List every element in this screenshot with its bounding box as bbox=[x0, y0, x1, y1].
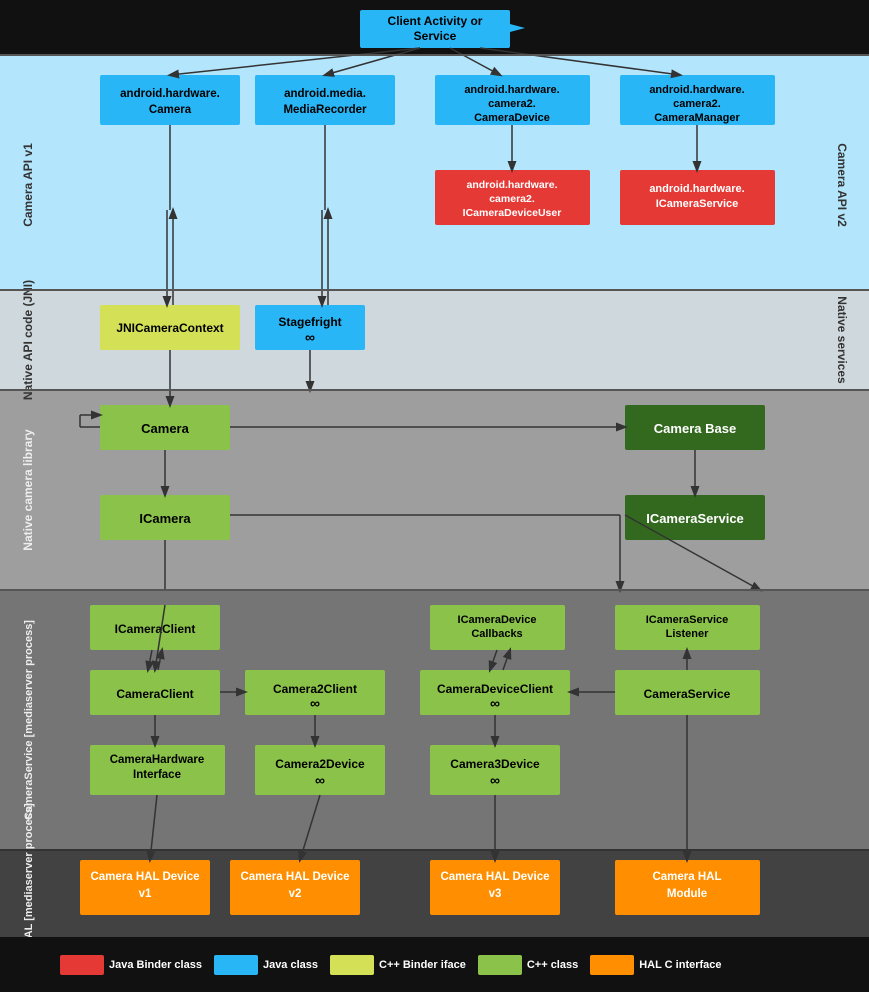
svg-text:Camera HAL Device: Camera HAL Device bbox=[440, 871, 549, 883]
svg-text:Module: Module bbox=[667, 888, 707, 900]
architecture-diagram: Camera API v1 Camera API v2 Native API c… bbox=[0, 0, 869, 937]
api-v1-label: Camera API v1 bbox=[21, 143, 35, 227]
svg-text:android.hardware.: android.hardware. bbox=[120, 88, 220, 100]
legend-java-binder-label: Java Binder class bbox=[109, 959, 202, 971]
svg-text:MediaRecorder: MediaRecorder bbox=[283, 104, 367, 116]
svg-text:Listener: Listener bbox=[666, 628, 710, 640]
legend-hal-c-label: HAL C interface bbox=[639, 959, 721, 971]
svg-text:Camera: Camera bbox=[141, 421, 189, 436]
box-android-media-mediarecorder bbox=[255, 75, 395, 125]
svg-text:Camera HAL Device: Camera HAL Device bbox=[240, 871, 349, 883]
svg-text:Camera: Camera bbox=[149, 104, 192, 116]
svg-text:∞: ∞ bbox=[310, 695, 320, 711]
svg-text:Interface: Interface bbox=[133, 769, 181, 781]
svg-text:android.hardware.: android.hardware. bbox=[464, 84, 559, 96]
svg-text:Camera Base: Camera Base bbox=[654, 421, 736, 436]
client-label-1: Client Activity or bbox=[388, 14, 483, 28]
svg-text:∞: ∞ bbox=[305, 329, 315, 345]
svg-text:ICameraService: ICameraService bbox=[646, 511, 744, 526]
legend-java-class: Java class bbox=[214, 955, 318, 975]
native-services-label: Native services bbox=[835, 296, 849, 384]
svg-text:Camera HAL Device: Camera HAL Device bbox=[90, 871, 199, 883]
legend-java-binder-swatch bbox=[60, 955, 104, 975]
svg-text:CameraService: CameraService bbox=[644, 687, 731, 701]
svg-text:ICameraDeviceUser: ICameraDeviceUser bbox=[463, 207, 562, 219]
svg-text:Camera HAL: Camera HAL bbox=[652, 871, 721, 883]
legend-cpp-binder-label: C++ Binder iface bbox=[379, 959, 466, 971]
svg-text:android.hardware.: android.hardware. bbox=[466, 179, 557, 191]
native-api-label: Native API code (JNI) bbox=[21, 280, 35, 400]
svg-text:∞: ∞ bbox=[490, 772, 500, 788]
svg-text:Callbacks: Callbacks bbox=[471, 628, 522, 640]
api-v2-label: Camera API v2 bbox=[835, 143, 849, 227]
legend-cpp-binder-swatch bbox=[330, 955, 374, 975]
svg-text:android.media.: android.media. bbox=[284, 88, 366, 100]
legend-java-binder: Java Binder class bbox=[60, 955, 202, 975]
svg-text:android.hardware.: android.hardware. bbox=[649, 84, 744, 96]
svg-text:CameraManager: CameraManager bbox=[654, 112, 740, 124]
svg-text:camera2.: camera2. bbox=[489, 193, 535, 205]
svg-text:camera2.: camera2. bbox=[488, 98, 536, 110]
svg-text:JNICameraContext: JNICameraContext bbox=[116, 321, 223, 335]
client-label-2: Service bbox=[414, 29, 457, 43]
legend-cpp-class-swatch bbox=[478, 955, 522, 975]
legend-cpp-binder: C++ Binder iface bbox=[330, 955, 466, 975]
svg-text:CameraHardware: CameraHardware bbox=[110, 754, 205, 766]
legend-hal-c-swatch bbox=[590, 955, 634, 975]
native-camera-label: Native camera library bbox=[21, 429, 35, 551]
svg-text:CameraClient: CameraClient bbox=[116, 687, 193, 701]
svg-text:Camera2Device: Camera2Device bbox=[275, 757, 365, 771]
svg-text:∞: ∞ bbox=[490, 695, 500, 711]
svg-text:CameraDeviceClient: CameraDeviceClient bbox=[437, 682, 553, 696]
svg-text:∞: ∞ bbox=[315, 772, 325, 788]
svg-text:ICameraClient: ICameraClient bbox=[115, 622, 196, 636]
svg-text:CameraDevice: CameraDevice bbox=[474, 112, 550, 124]
svg-text:v1: v1 bbox=[139, 888, 152, 900]
legend-cpp-class-label: C++ class bbox=[527, 959, 578, 971]
box-android-hardware-camera bbox=[100, 75, 240, 125]
diagram-container: Camera API v1 Camera API v2 Native API c… bbox=[0, 0, 869, 992]
legend-hal-c: HAL C interface bbox=[590, 955, 721, 975]
svg-text:ICameraService: ICameraService bbox=[646, 614, 729, 626]
svg-text:Stagefright: Stagefright bbox=[278, 315, 341, 329]
svg-text:ICameraDevice: ICameraDevice bbox=[458, 614, 537, 626]
svg-text:ICamera: ICamera bbox=[139, 511, 191, 526]
legend-java-class-swatch bbox=[214, 955, 258, 975]
legend-java-class-label: Java class bbox=[263, 959, 318, 971]
svg-text:camera2.: camera2. bbox=[673, 98, 721, 110]
camera-hal-label: CameraHAL [mediaserver process] bbox=[23, 803, 35, 937]
camera-service-label: CameraService [mediaserver process] bbox=[23, 620, 35, 820]
svg-text:android.hardware.: android.hardware. bbox=[649, 183, 744, 195]
svg-text:ICameraService: ICameraService bbox=[656, 198, 739, 210]
svg-text:Camera3Device: Camera3Device bbox=[450, 757, 540, 771]
legend-cpp-class: C++ class bbox=[478, 955, 578, 975]
legend-row: Java Binder class Java class C++ Binder … bbox=[0, 937, 869, 992]
svg-text:Camera2Client: Camera2Client bbox=[273, 682, 357, 696]
svg-text:v2: v2 bbox=[289, 888, 302, 900]
svg-text:v3: v3 bbox=[489, 888, 502, 900]
